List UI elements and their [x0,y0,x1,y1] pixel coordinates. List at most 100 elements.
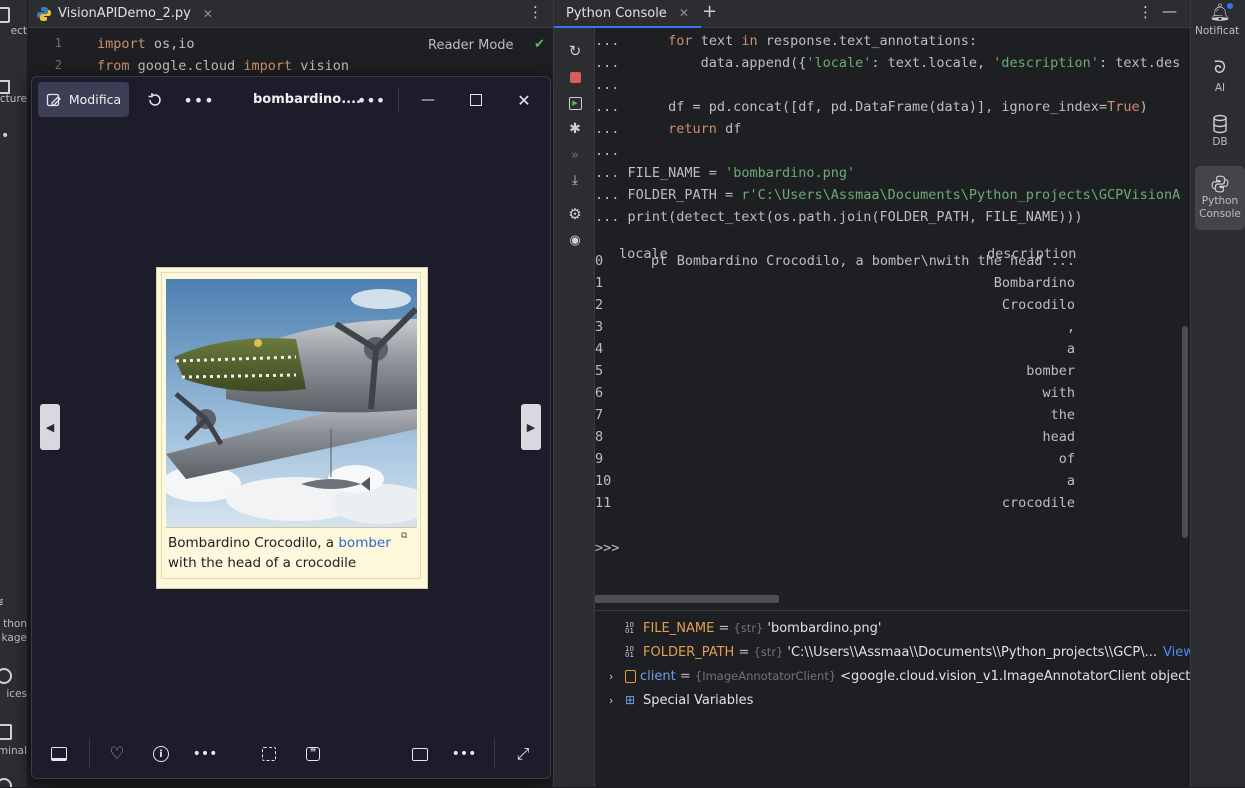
tool-label-packages[interactable]: thon kage [0,617,27,645]
caption-link[interactable]: bomber [338,535,390,551]
scroll-to-end-icon[interactable]: ⤓ [566,171,584,189]
console-horizontal-scrollbar[interactable] [595,595,779,603]
favorite-icon[interactable]: ♡ [104,741,130,767]
services-icon[interactable] [0,668,12,684]
object-var-icon [625,669,636,683]
project-icon[interactable] [0,7,10,23]
bottom-divider-2 [494,739,495,769]
new-console-icon[interactable]: + [702,1,717,22]
problems-icon[interactable] [0,778,12,787]
reader-mode-button[interactable]: Reader Mode [428,38,514,53]
visual-search-icon[interactable] [256,741,282,767]
viewer-edit-button[interactable]: Modifica [38,82,129,117]
show-variables-icon[interactable]: ◉ [566,231,584,249]
continuation-prompt: ... [595,33,620,49]
expand-chevron-icon[interactable]: › [609,670,625,683]
debug-icon[interactable]: ✱ [566,120,584,138]
row-description: , [1066,319,1075,335]
previous-image-button[interactable]: ◀ [40,404,60,450]
table-row: 11 crocodile [595,495,1075,517]
editor-tab-file[interactable]: VisionAPIDemo_2.py ✕ [36,0,213,27]
continuation-prompt: ... [595,143,620,159]
left-tool-strip: ect cture • ≋ thon kage ices minal [0,0,28,787]
tool-label-terminal[interactable]: minal [0,745,27,757]
tool-label-project[interactable]: ect [0,25,27,37]
variable-value: 'C:\\Users\\Assmaa\\Documents\\Python_pr… [787,644,1157,660]
terminal-icon[interactable] [0,724,12,740]
code-text: google.cloud [129,58,244,74]
code-keyword: import [243,58,293,74]
close-tab-icon[interactable]: ✕ [203,7,213,21]
copy-text-icon[interactable]: ≡ [300,741,326,767]
expand-chevron-icon[interactable]: › [609,694,625,707]
more-tools-icon[interactable]: • [1,128,9,144]
console-code: data.append({'locale': text.locale, 'des… [619,55,1181,71]
console-code: return df [668,121,742,137]
variable-row[interactable]: › client = {ImageAnnotatorClient} <google.… [595,664,1190,688]
tool-label-structure[interactable]: cture [0,93,27,105]
bombardino-crocodilo-picture [166,279,417,527]
hide-panel-icon[interactable]: — [1162,2,1177,20]
maximize-button[interactable] [463,87,489,113]
notifications-tool[interactable]: 🔔︎ Notificat [1195,3,1245,37]
console-output[interactable]: ... for text in response.text_annotation… [595,28,1181,588]
variable-value: 'bombardino.png' [767,620,882,636]
python-console-tool[interactable]: Python Console [1195,166,1245,230]
rotate-icon[interactable] [142,87,168,113]
next-image-button[interactable]: ▶ [521,404,541,450]
variable-row[interactable]: 10 01 FOLDER_PATH = {str} 'C:\\Users\\Assma… [595,640,1194,664]
close-button[interactable]: ✕ [511,87,537,113]
bottom-more-icon[interactable]: ••• [192,741,218,767]
tab-options-icon[interactable]: ⋮ [528,3,543,21]
table-row: 7 the [595,407,1075,429]
caption-divider [166,527,417,528]
row-description: head [1042,429,1075,445]
enlarge-icon[interactable]: ⧉ [401,531,407,541]
console-tab[interactable]: Python Console ✕ [554,0,701,28]
line-number: 1 [54,36,62,50]
row-description: a [1066,341,1075,357]
python-packages-icon[interactable]: ≋ [0,595,8,609]
zoom-more-icon[interactable]: ••• [451,741,477,767]
variable-row[interactable]: 10 01 FILE_NAME = {str}'bombardino.png' [595,616,881,640]
title-more-icon[interactable]: ••• [357,87,385,113]
tool-label-services[interactable]: ices [0,688,27,700]
info-icon[interactable]: i [148,741,174,767]
ai-tool[interactable]: ᘐ AI [1195,58,1245,94]
minimize-button[interactable]: — [415,87,441,113]
console-options-icon[interactable]: ⋮ [1138,3,1153,21]
close-console-tab-icon[interactable]: ✕ [679,6,689,20]
python-icon [1211,175,1229,193]
row-locale: pt [651,253,668,269]
more-options-icon[interactable]: ••• [183,87,213,113]
row-description: the [1050,407,1075,423]
console-line: ... for text in response.text_annotation… [595,33,977,55]
table-row: 5 bomber [595,363,1075,385]
variable-row[interactable]: › ⊞ Special Variables [595,688,753,712]
row-index: 11 [595,495,612,511]
console-vertical-scrollbar[interactable] [1182,326,1188,538]
execute-icon[interactable]: ▶ [566,94,584,112]
database-tool[interactable]: DB [1195,114,1245,148]
console-prompt[interactable]: >>> [595,540,619,562]
fullscreen-icon[interactable]: ⤢ [510,741,536,767]
stop-icon[interactable] [566,68,584,86]
image-caption: Bombardino Crocodilo, a bomber with the … [168,533,398,573]
row-description: Bombardino [993,275,1075,291]
fit-to-window-icon[interactable] [407,741,433,767]
inspection-ok-icon[interactable]: ✔ [534,37,545,52]
filmstrip-icon[interactable] [46,741,72,767]
console-toolbar: ↻ ▶ ✱ » ⤓ ⚙ ◉ [554,28,595,787]
row-index: 6 [595,385,604,401]
row-description: of [1058,451,1075,467]
table-row: 4a [595,341,1075,363]
console-line: ... data.append({'locale': text.locale, … [595,55,1181,77]
structure-icon[interactable] [0,80,10,94]
rerun-icon[interactable]: ↻ [566,42,584,60]
console-tabbar: Python Console ✕ + ⋮ — [554,0,1191,28]
db-label: DB [1212,136,1228,148]
settings-icon[interactable]: ⚙ [566,205,584,223]
soft-wrap-icon[interactable]: » [566,146,584,164]
console-code: for text in response.text_annotations: [668,33,978,49]
console-line: ... FILE_NAME = 'bombardino.png' [595,165,855,187]
